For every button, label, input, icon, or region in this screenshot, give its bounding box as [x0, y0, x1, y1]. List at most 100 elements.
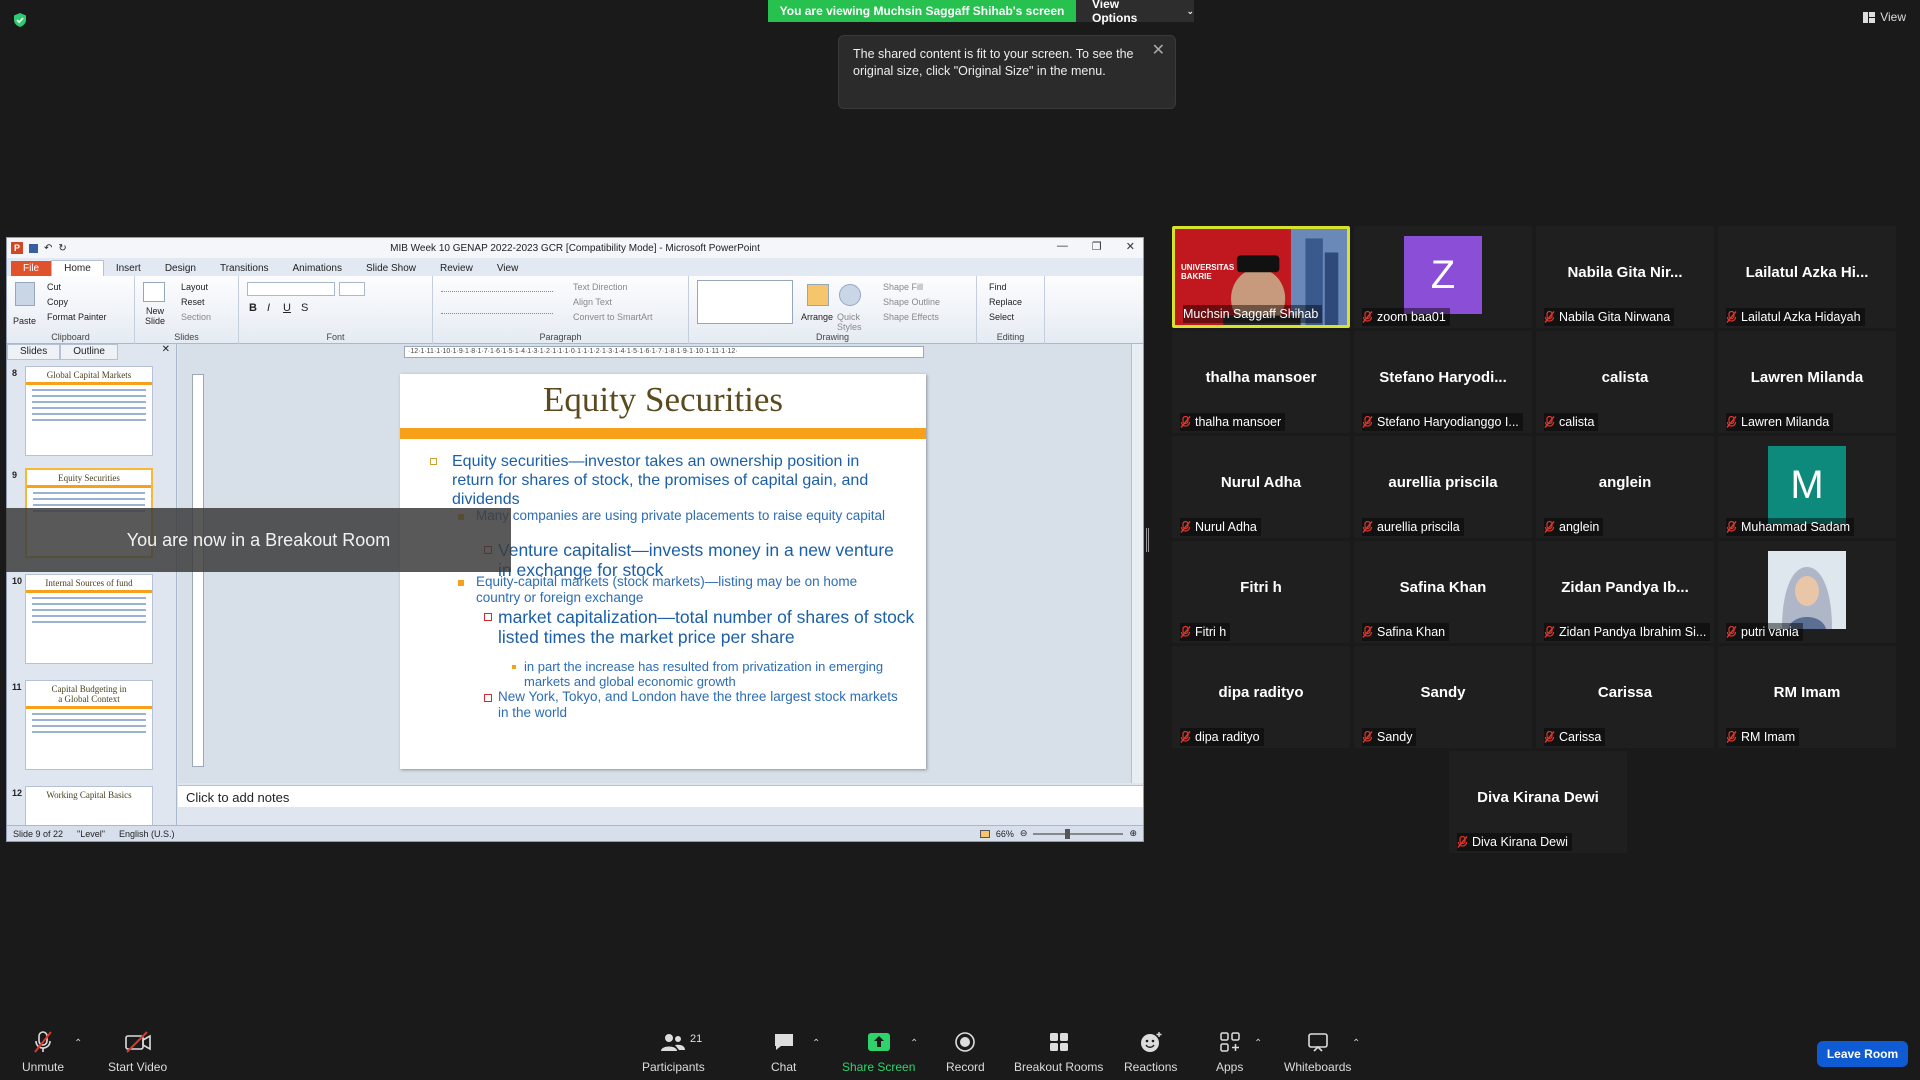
shape-effects-button[interactable]: Shape Effects — [883, 312, 939, 322]
notes-pane[interactable]: Click to add notes — [178, 785, 1143, 807]
slide-thumbnail[interactable]: Capital Budgeting in a Global Context — [25, 680, 153, 770]
share-screen-button[interactable]: Share Screen — [842, 1030, 915, 1074]
chat-button[interactable]: Chat — [771, 1030, 796, 1074]
tab-insert[interactable]: Insert — [104, 261, 153, 276]
participant-tile[interactable]: Nabila Gita Nir... Nabila Gita Nirwana — [1536, 226, 1714, 328]
participant-tile[interactable]: thalha mansoer thalha mansoer — [1172, 331, 1350, 433]
shape-outline-button[interactable]: Shape Outline — [883, 297, 940, 307]
reset-button[interactable]: Reset — [181, 297, 205, 307]
participant-tile[interactable]: Zzoom baa01 — [1354, 226, 1532, 328]
share-options-caret-icon[interactable]: ⌃ — [910, 1038, 918, 1049]
align-text-button[interactable]: Align Text — [573, 297, 612, 307]
slide-thumbnail[interactable]: Internal Sources of fund — [25, 574, 153, 664]
new-slide-icon[interactable] — [143, 282, 165, 302]
apps-button[interactable]: Apps — [1216, 1030, 1243, 1074]
tab-transitions[interactable]: Transitions — [208, 261, 281, 276]
tab-animations[interactable]: Animations — [281, 261, 354, 276]
zoom-level[interactable]: 66% — [996, 829, 1014, 839]
participant-tile[interactable]: Lailatul Azka Hi... Lailatul Azka Hidayah — [1718, 226, 1896, 328]
copy-button[interactable]: Copy — [47, 297, 68, 307]
quick-styles-icon[interactable] — [839, 284, 861, 306]
participant-tile[interactable]: putri vania — [1718, 541, 1896, 643]
tab-review[interactable]: Review — [428, 261, 485, 276]
normal-view-icon[interactable] — [979, 829, 990, 838]
new-slide-label[interactable]: New Slide — [139, 306, 171, 326]
zoom-out-icon[interactable]: ⊖ — [1020, 828, 1028, 839]
split-resize-handle[interactable] — [1146, 528, 1149, 552]
strikethrough-icon[interactable]: S — [301, 302, 308, 314]
cut-button[interactable]: Cut — [47, 282, 61, 292]
vertical-scrollbar[interactable] — [1131, 344, 1143, 783]
bold-icon[interactable]: B — [249, 302, 257, 314]
find-button[interactable]: Find — [989, 282, 1007, 292]
participant-tile[interactable]: dipa radityo dipa radityo — [1172, 646, 1350, 748]
start-video-button[interactable]: Start Video — [108, 1030, 167, 1074]
record-button[interactable]: Record — [946, 1030, 985, 1074]
quick-styles-label[interactable]: Quick Styles — [837, 312, 867, 332]
participant-tile[interactable]: M Muhammad Sadam — [1718, 436, 1896, 538]
participant-tile[interactable]: Diva Kirana Dewi Diva Kirana Dewi — [1449, 751, 1627, 853]
replace-button[interactable]: Replace — [989, 297, 1022, 307]
zoom-in-icon[interactable]: ⊕ — [1129, 828, 1137, 839]
tab-slides[interactable]: Slides — [7, 344, 61, 360]
participant-tile[interactable]: Safina Khan Safina Khan — [1354, 541, 1532, 643]
minimize-icon[interactable]: — — [1057, 240, 1068, 253]
language[interactable]: English (U.S.) — [119, 829, 175, 839]
reactions-button[interactable]: Reactions — [1124, 1030, 1177, 1074]
participant-tile[interactable]: Lawren Milanda Lawren Milanda — [1718, 331, 1896, 433]
tab-design[interactable]: Design — [153, 261, 208, 276]
unmute-button[interactable]: Unmute — [22, 1030, 64, 1074]
close-window-icon[interactable]: ✕ — [1126, 240, 1135, 253]
breakout-rooms-button[interactable]: Breakout Rooms — [1014, 1030, 1103, 1074]
participant-tile[interactable]: Nurul Adha Nurul Adha — [1172, 436, 1350, 538]
convert-smartart-button[interactable]: Convert to SmartArt — [573, 312, 653, 322]
view-options-button[interactable]: View Options ⌄ — [1076, 0, 1194, 25]
tab-slide-show[interactable]: Slide Show — [354, 261, 428, 276]
list-buttons-icon[interactable] — [441, 282, 553, 292]
shape-fill-button[interactable]: Shape Fill — [883, 282, 923, 292]
participant-tile[interactable]: RM Imam RM Imam — [1718, 646, 1896, 748]
apps-options-caret-icon[interactable]: ⌃ — [1254, 1038, 1262, 1049]
shapes-gallery[interactable] — [697, 280, 793, 324]
format-painter-button[interactable]: Format Painter — [47, 312, 107, 322]
arrange-label[interactable]: Arrange — [801, 312, 833, 322]
view-button[interactable]: View — [1863, 10, 1906, 24]
select-button[interactable]: Select — [989, 312, 1014, 322]
section-button[interactable]: Section — [181, 312, 211, 322]
restore-icon[interactable]: ❐ — [1092, 240, 1102, 253]
participant-tile[interactable]: Zidan Pandya Ib... Zidan Pandya Ibrahim S… — [1536, 541, 1714, 643]
tab-file[interactable]: File — [11, 261, 52, 276]
participant-tile[interactable]: Stefano Haryodi... Stefano Haryodianggo I… — [1354, 331, 1532, 433]
participant-tile[interactable]: UNIVERSITAS BAKRIE Muchsin Saggaff Shihab — [1172, 226, 1350, 328]
participant-tile[interactable]: aurellia priscila aurellia priscila — [1354, 436, 1532, 538]
audio-options-caret-icon[interactable]: ⌃ — [74, 1038, 82, 1049]
whiteboards-button[interactable]: Whiteboards — [1284, 1030, 1351, 1074]
security-shield-icon[interactable] — [12, 12, 28, 28]
zoom-slider[interactable] — [1033, 828, 1124, 839]
underline-icon[interactable]: U — [283, 302, 291, 314]
tab-home[interactable]: Home — [51, 260, 104, 276]
arrange-icon[interactable] — [807, 284, 829, 306]
participant-tile[interactable]: anglein anglein — [1536, 436, 1714, 538]
tab-view[interactable]: View — [485, 261, 531, 276]
chat-options-caret-icon[interactable]: ⌃ — [812, 1038, 820, 1049]
tab-outline[interactable]: Outline — [60, 344, 118, 360]
layout-button[interactable]: Layout — [181, 282, 208, 292]
font-size-input[interactable] — [339, 282, 365, 296]
font-name-input[interactable] — [247, 282, 335, 296]
whiteboards-options-caret-icon[interactable]: ⌃ — [1352, 1038, 1360, 1049]
participant-tile[interactable]: Carissa Carissa — [1536, 646, 1714, 748]
participant-tile[interactable]: Fitri h Fitri h — [1172, 541, 1350, 643]
participant-tile[interactable]: calista calista — [1536, 331, 1714, 433]
slide-thumbnail[interactable]: Global Capital Markets — [25, 366, 153, 456]
italic-icon[interactable]: I — [267, 302, 270, 314]
text-direction-button[interactable]: Text Direction — [573, 282, 628, 292]
paste-icon[interactable] — [15, 282, 35, 306]
slide-thumbnail[interactable]: Working Capital Basics — [25, 786, 153, 826]
close-pane-icon[interactable]: ✕ — [156, 344, 176, 360]
participant-tile[interactable]: Sandy Sandy — [1354, 646, 1532, 748]
align-buttons-icon[interactable] — [441, 304, 553, 314]
leave-room-button[interactable]: Leave Room — [1817, 1041, 1908, 1067]
close-icon[interactable]: ✕ — [1152, 42, 1165, 59]
paste-label[interactable]: Paste — [13, 316, 36, 326]
